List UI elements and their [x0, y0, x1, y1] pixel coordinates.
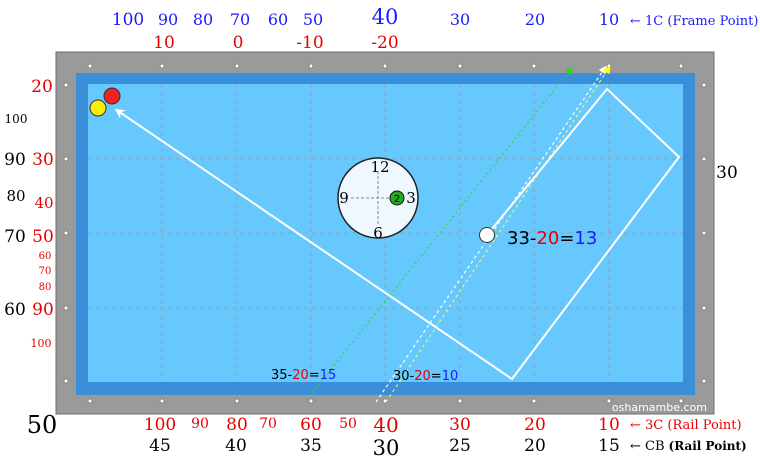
svg-text:20: 20 [524, 436, 546, 456]
svg-text:70: 70 [4, 227, 26, 247]
cue-ball [479, 227, 495, 243]
svg-text:50: 50 [303, 10, 323, 29]
billiard-diagram: 12 3 6 9 2 33-20=13 35-20=15 30-20=10 os… [4, 5, 758, 459]
svg-text:50: 50 [339, 416, 357, 432]
clock-6: 6 [373, 224, 383, 242]
svg-text:60: 60 [268, 10, 288, 29]
svg-text:60: 60 [39, 251, 52, 262]
formula-main: 33-20=13 [507, 228, 597, 249]
svg-text:25: 25 [449, 436, 471, 456]
svg-text:80: 80 [39, 282, 52, 293]
svg-text:100: 100 [31, 337, 52, 350]
svg-text:90: 90 [191, 416, 209, 432]
svg-text:60: 60 [300, 415, 322, 435]
clock-3: 3 [406, 189, 416, 207]
right-label-30: 30 [716, 163, 738, 183]
svg-text:20: 20 [524, 415, 546, 435]
svg-text:35: 35 [300, 436, 322, 456]
svg-text:100: 100 [112, 10, 144, 30]
clock-center-number: 2 [394, 194, 400, 205]
svg-text:90: 90 [158, 10, 178, 29]
left-black-values: 100 90 80 70 60 [4, 112, 27, 320]
svg-text:100: 100 [5, 112, 28, 126]
yellow-ball [89, 99, 107, 117]
svg-text:80: 80 [6, 187, 25, 205]
bottom-black-values: 45 40 35 30 25 20 15 [149, 436, 620, 459]
left-red-values: 20 30 40 50 90 100 60 70 80 [31, 77, 54, 350]
red-ball [103, 87, 121, 105]
svg-text:40: 40 [372, 5, 399, 29]
clock-12: 12 [370, 158, 389, 176]
svg-text:30: 30 [32, 150, 54, 170]
svg-text:70: 70 [230, 10, 250, 29]
left-bottom-50: 50 [27, 411, 58, 439]
svg-text:90: 90 [32, 300, 54, 320]
svg-text:40: 40 [225, 436, 247, 456]
svg-text:50: 50 [32, 227, 54, 247]
svg-text:80: 80 [193, 10, 213, 29]
rail-point-3c-note: ← 3C (Rail Point) [630, 418, 742, 433]
top-frame-points: 100 90 80 70 60 50 40 30 20 10 [112, 5, 619, 30]
svg-text:90: 90 [4, 150, 26, 170]
svg-text:-10: -10 [296, 33, 323, 53]
rail-point-cb-note: ← CB (Rail Point) [630, 439, 747, 454]
formula-left: 35-20=15 [271, 368, 336, 383]
frame-point-note: ← 1C (Frame Point) [630, 14, 758, 29]
svg-text:-20: -20 [371, 33, 398, 53]
svg-text:70: 70 [39, 266, 52, 277]
bottom-red-values: 100 90 80 70 60 50 40 30 20 10 [144, 413, 620, 437]
svg-text:30: 30 [449, 415, 471, 435]
svg-text:10: 10 [599, 10, 619, 29]
svg-text:100: 100 [144, 415, 176, 435]
svg-text:40: 40 [373, 413, 398, 437]
svg-text:40: 40 [34, 194, 53, 212]
svg-text:30: 30 [373, 436, 400, 459]
formula-right: 30-20=10 [393, 369, 458, 384]
svg-text:20: 20 [31, 77, 53, 97]
svg-text:10: 10 [598, 415, 620, 435]
svg-text:80: 80 [226, 415, 248, 435]
svg-text:30: 30 [450, 10, 470, 29]
svg-text:15: 15 [598, 436, 620, 456]
svg-text:20: 20 [525, 10, 545, 29]
svg-text:45: 45 [149, 436, 171, 456]
clock-9: 9 [339, 189, 349, 207]
svg-text:10: 10 [153, 33, 175, 53]
svg-text:60: 60 [4, 300, 26, 320]
watermark: oshamambe.com [612, 401, 707, 414]
top-red-values: 10 0 -10 -20 [153, 33, 399, 53]
svg-text:70: 70 [259, 416, 277, 432]
svg-text:0: 0 [233, 33, 244, 53]
